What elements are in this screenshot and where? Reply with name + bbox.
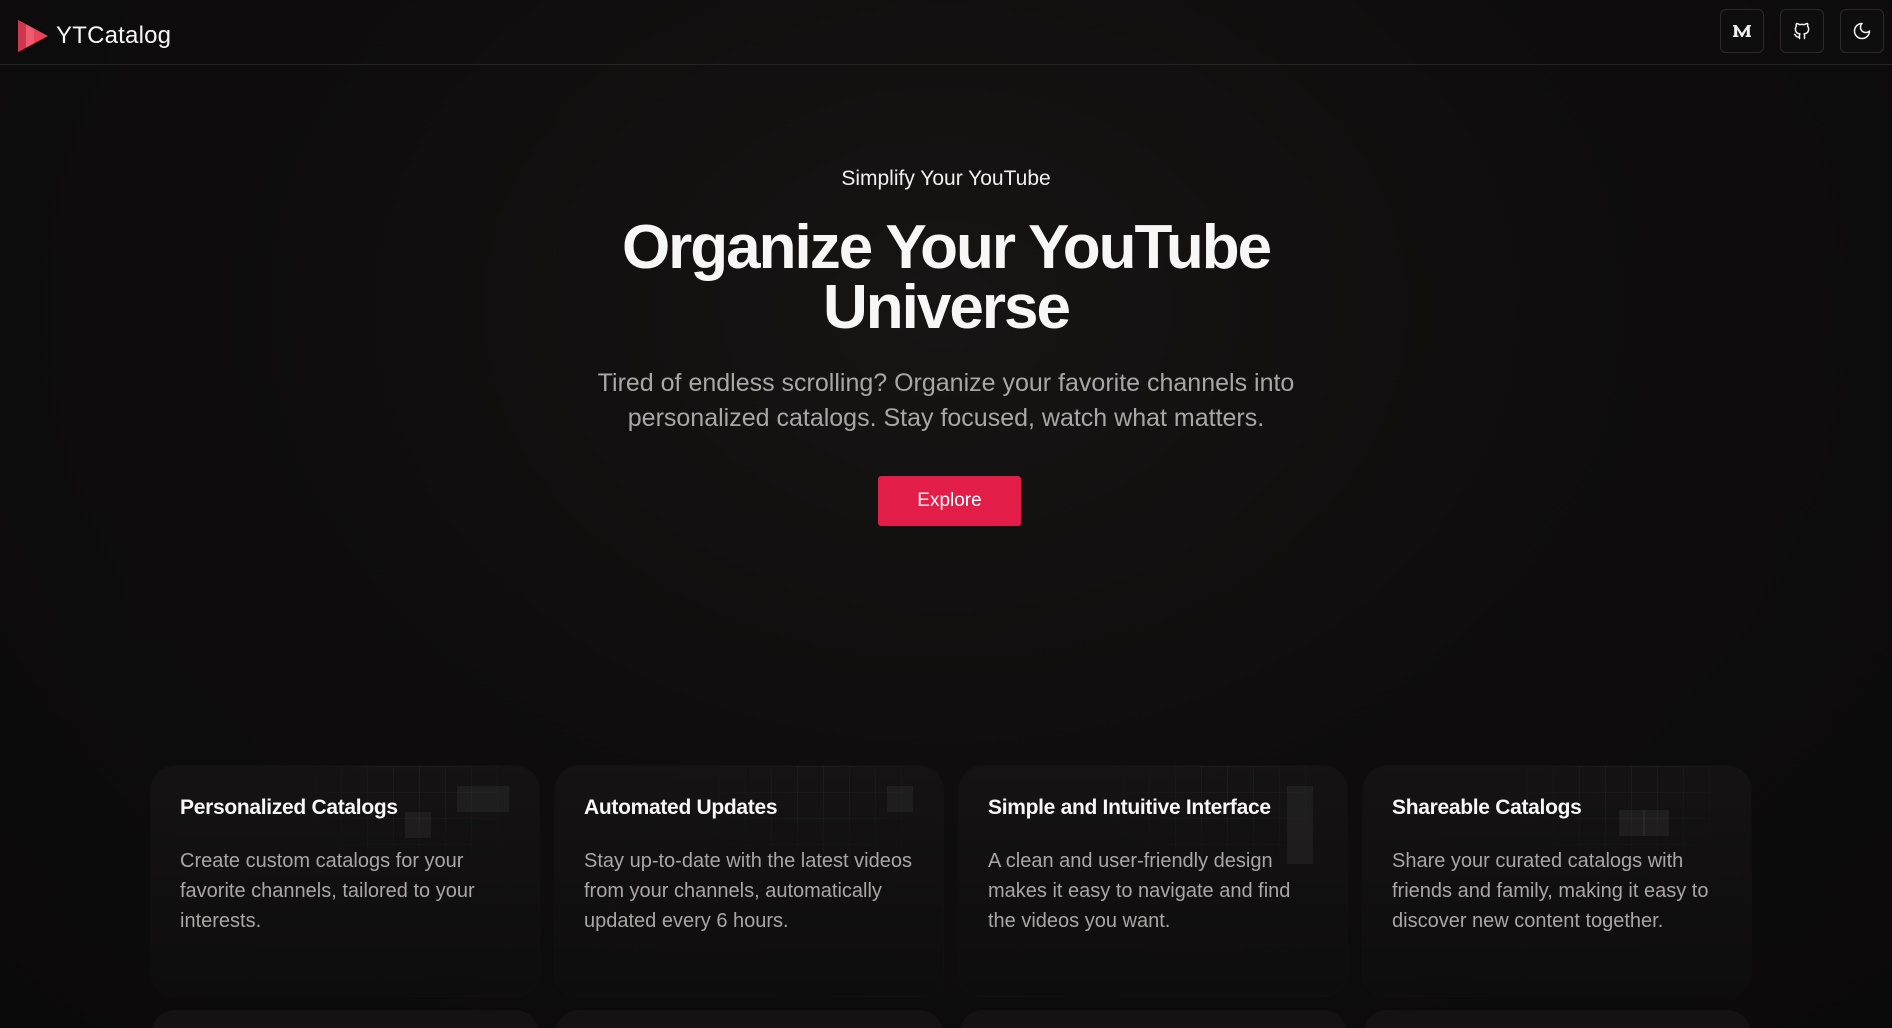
grid-cell [1643, 810, 1669, 836]
feature-title: Automated Updates [584, 796, 778, 819]
feature-card-next-row [1363, 1010, 1751, 1028]
grid-cell [1619, 810, 1645, 836]
hero-headline: Organize Your YouTube Universe [446, 217, 1446, 339]
medium-icon [1733, 25, 1751, 37]
feature-title: Shareable Catalogs [1392, 796, 1582, 819]
github-icon [1793, 22, 1810, 40]
feature-card-next-row [151, 1010, 539, 1028]
feature-description: Stay up-to-date with the latest videos f… [584, 850, 912, 932]
feature-card: Personalized Catalogs Create custom cata… [151, 766, 539, 996]
feature-title: Simple and Intuitive Interface [988, 796, 1271, 819]
explore-button[interactable]: Explore [878, 476, 1021, 526]
moon-icon [1853, 22, 1871, 40]
subtitle-line-2: personalized catalogs. Stay focused, wat… [627, 404, 1265, 432]
hero-eyebrow: Simplify Your YouTube [841, 167, 1051, 190]
feature-description: Share your curated catalogs with friends… [1392, 850, 1709, 932]
headline-line-1: Organize Your YouTube [621, 213, 1272, 282]
feature-description: A clean and user-friendly design makes i… [988, 850, 1291, 932]
theme-toggle-button[interactable] [1840, 9, 1884, 53]
feature-title: Personalized Catalogs [180, 796, 398, 819]
grid-cell [405, 812, 431, 838]
subtitle-line-1: Tired of endless scrolling? Organize you… [597, 369, 1295, 397]
feature-card-next-row [959, 1010, 1347, 1028]
feature-card: Automated Updates Stay up-to-date with t… [555, 766, 943, 996]
feature-card: Simple and Intuitive Interface A clean a… [959, 766, 1347, 996]
medium-button[interactable] [1720, 9, 1764, 53]
brand[interactable]: YTCatalog [16, 18, 171, 54]
grid-cell [1287, 786, 1313, 812]
grid-cell [457, 786, 483, 812]
top-navbar: YTCatalog [0, 0, 1892, 65]
hero-subtitle: Tired of endless scrolling? Organize you… [546, 366, 1346, 436]
grid-cell [887, 786, 913, 812]
brand-name: YTCatalog [56, 22, 172, 49]
headline-line-2: Universe [823, 273, 1071, 342]
feature-card-next-row [555, 1010, 943, 1028]
grid-cell [483, 786, 509, 812]
github-button[interactable] [1780, 9, 1824, 53]
grid-cell [1287, 812, 1313, 838]
play-logo-icon [18, 20, 48, 52]
feature-description: Create custom catalogs for your favorite… [180, 850, 475, 932]
feature-card: Shareable Catalogs Share your curated ca… [1363, 766, 1751, 996]
